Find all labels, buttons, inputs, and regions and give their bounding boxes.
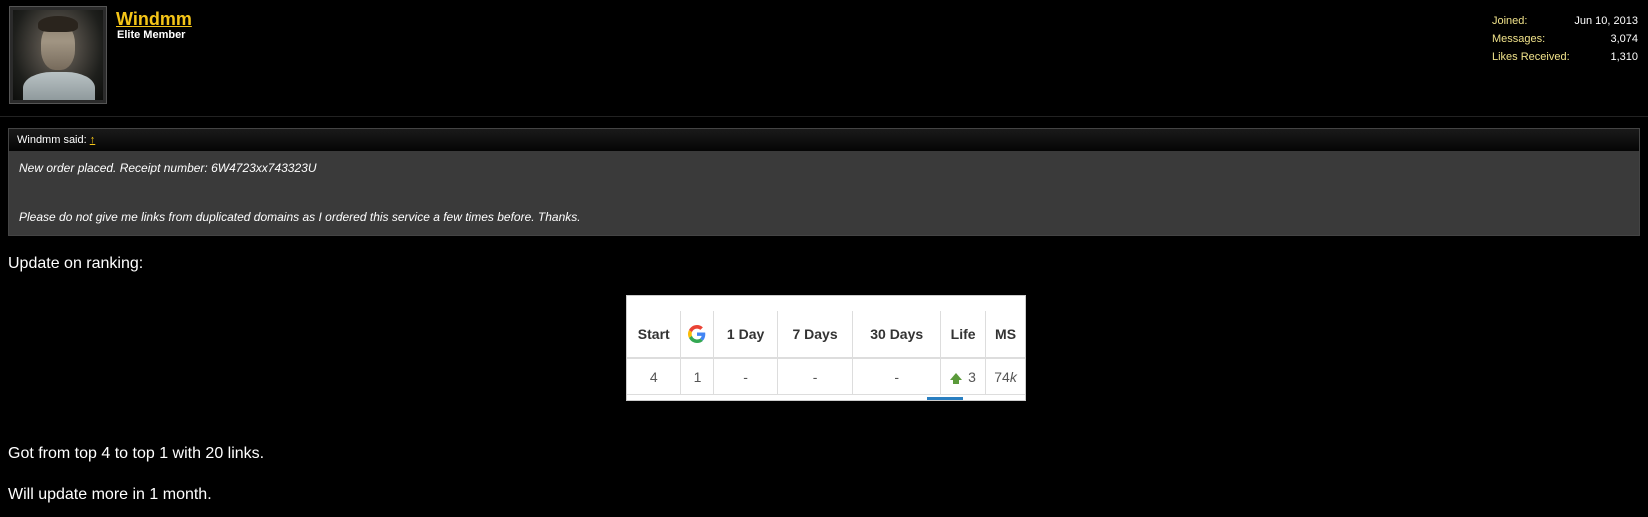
- avatar[interactable]: [9, 6, 107, 104]
- header-life: Life: [940, 311, 987, 359]
- table-row: 4 1 - - - 3 74k: [627, 358, 1025, 395]
- header-30-days: 30 Days: [852, 311, 942, 359]
- quote-block: Windmm said: ↑ New order placed. Receipt…: [8, 128, 1640, 236]
- quote-line-1: New order placed. Receipt number: 6W4723…: [19, 161, 317, 175]
- header-1-day: 1 Day: [713, 311, 778, 359]
- scroll-indicator: [927, 397, 963, 400]
- google-icon: [688, 325, 706, 344]
- cell-life-value: 3: [968, 368, 976, 385]
- quote-author: Windmm said:: [17, 134, 87, 146]
- quote-jump-icon[interactable]: ↑: [90, 134, 96, 146]
- post-header: Windmm Elite Member Joined: Jun 10, 2013…: [0, 0, 1648, 116]
- cell-ms: 74k: [985, 358, 1025, 395]
- avatar-image: [13, 10, 103, 100]
- messages-value[interactable]: 3,074: [1580, 30, 1638, 48]
- quote-header: Windmm said: ↑: [9, 129, 1639, 151]
- username-link[interactable]: Windmm: [116, 9, 192, 30]
- cell-30-days: -: [852, 358, 942, 395]
- likes-label: Likes Received:: [1492, 51, 1570, 63]
- cell-life: 3: [940, 358, 987, 395]
- messages-label: Messages:: [1492, 33, 1546, 45]
- user-title: Elite Member: [117, 29, 186, 41]
- user-stats: Joined: Jun 10, 2013 Messages: 3,074 Lik…: [1492, 12, 1638, 66]
- post-line-2: Will update more in 1 month.: [8, 486, 212, 503]
- cell-1-day: -: [713, 358, 778, 395]
- quote-line-2: Please do not give me links from duplica…: [19, 210, 581, 224]
- likes-value: 1,310: [1610, 51, 1638, 63]
- header-7-days: 7 Days: [777, 311, 854, 359]
- post-intro: Update on ranking:: [8, 255, 144, 272]
- post-line-1: Got from top 4 to top 1 with 20 links.: [8, 445, 265, 462]
- cell-google: 1: [680, 358, 715, 395]
- header-ms: MS: [985, 311, 1025, 359]
- ranking-table-image: Start 1 Day 7 Days 30 Days Life MS 4 1 -…: [626, 295, 1026, 401]
- arrow-up-icon: [950, 372, 963, 384]
- cell-ms-value: 74: [994, 368, 1010, 385]
- header-google: [680, 311, 715, 359]
- joined-value: Jun 10, 2013: [1574, 15, 1638, 27]
- joined-label: Joined:: [1492, 15, 1528, 27]
- cell-ms-unit: k: [1009, 368, 1017, 385]
- divider: [0, 116, 1648, 117]
- cell-start: 4: [627, 358, 682, 395]
- cell-7-days: -: [777, 358, 854, 395]
- header-start: Start: [627, 311, 682, 359]
